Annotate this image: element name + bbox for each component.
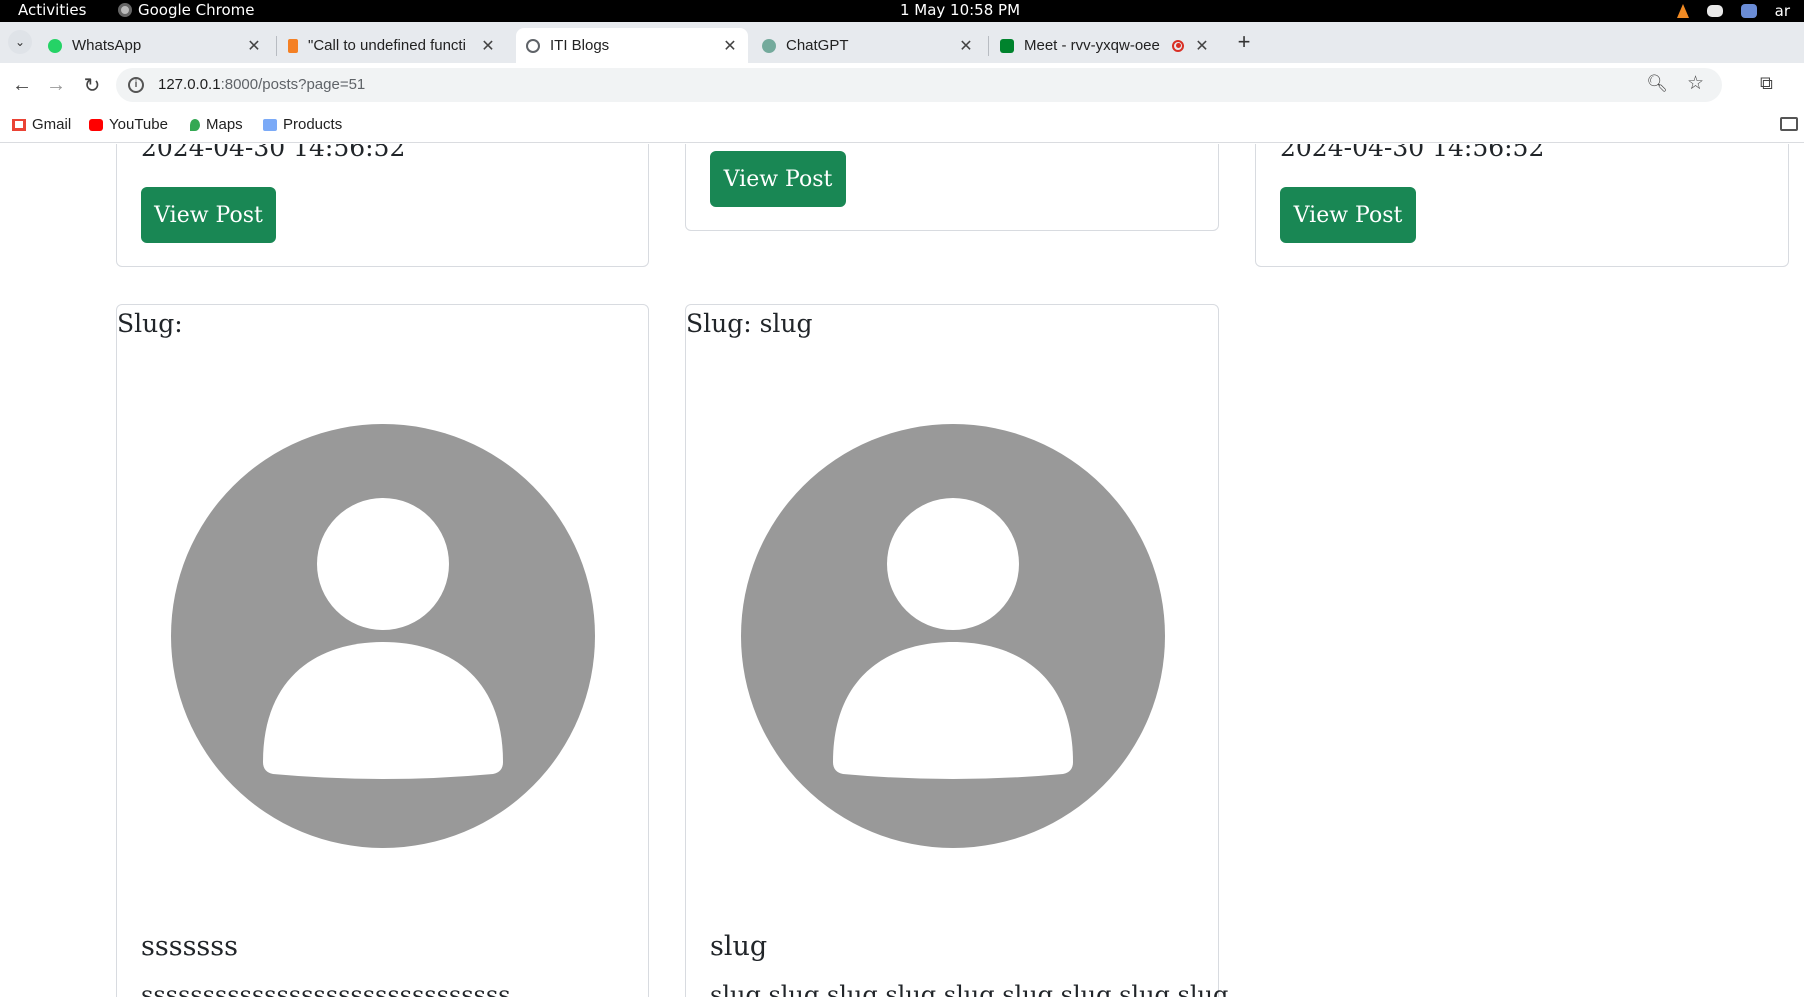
bookmark-label: Gmail: [32, 116, 72, 133]
tab-title: "Call to undefined functi: [308, 37, 466, 54]
recording-icon: [1172, 39, 1184, 52]
arrow-right-icon: →: [46, 73, 66, 96]
url-path: :8000/posts?page=51: [220, 76, 366, 93]
default-avatar-icon: [741, 424, 1165, 848]
tab-divider: [276, 36, 277, 56]
address-bar[interactable]: i 127.0.0.1:8000/posts?page=51 🔍︎ ☆: [116, 68, 1722, 102]
post-date: 2024-04-30 14:56:52: [1280, 144, 1545, 162]
zoom-icon[interactable]: 🔍︎: [1646, 74, 1668, 94]
tab-search-button[interactable]: ⌄: [8, 30, 32, 54]
post-date: 2024-04-30 14:56:52: [141, 144, 406, 162]
new-tab-button[interactable]: +: [1232, 29, 1256, 54]
tab-title: WhatsApp: [72, 37, 142, 54]
reload-button[interactable]: ↻: [78, 71, 106, 99]
bookmark-gmail[interactable]: Gmail: [12, 116, 71, 133]
tab-whatsapp[interactable]: WhatsApp ✕: [38, 28, 272, 63]
url-host: 127.0.0.1: [158, 76, 221, 93]
post-card: 2024-04-30 14:56:52 View Post: [116, 144, 649, 267]
chevron-down-icon: ⌄: [14, 35, 26, 49]
post-card: 2024-04-30 14:56:52 View Post: [1255, 144, 1789, 267]
system-top-bar: Activities Google Chrome 1 May 10:58 PM …: [0, 0, 1804, 22]
bookmark-label: Maps: [206, 116, 243, 133]
post-card: Slug: sssssss ssssssssssssssssssssssssss…: [116, 304, 649, 997]
tab-divider: [988, 36, 989, 56]
post-title: sssssss: [141, 931, 238, 962]
tab-iti-blogs[interactable]: ITI Blogs ✕: [516, 28, 748, 63]
vlc-icon[interactable]: [1676, 4, 1689, 18]
post-body: ssssssssssssssssssssssssssssss: [141, 981, 511, 997]
meet-icon: [1000, 38, 1014, 53]
maps-icon: [190, 118, 200, 131]
tab-stackoverflow[interactable]: "Call to undefined functi ✕: [278, 28, 506, 63]
browser-toolbar: ← → ↻ i 127.0.0.1:8000/posts?page=51 🔍︎ …: [0, 63, 1804, 107]
chatgpt-icon: [762, 38, 776, 53]
extensions-icon[interactable]: ⧉: [1760, 73, 1782, 95]
view-post-button[interactable]: View Post: [141, 187, 276, 243]
globe-icon: [526, 38, 540, 53]
forward-button[interactable]: →: [42, 71, 70, 99]
arrow-left-icon: ←: [12, 73, 32, 96]
close-icon[interactable]: ✕: [246, 36, 262, 56]
post-body: slug slug slug slug slug slug slug slug …: [710, 981, 1229, 997]
bookmark-youtube[interactable]: YouTube: [89, 116, 168, 133]
post-slug: Slug: slug: [686, 309, 813, 338]
page-viewport: 2024-04-30 14:56:52 View Post View Post …: [0, 144, 1804, 997]
default-avatar-icon: [171, 424, 595, 848]
bookmark-label: Products: [283, 116, 343, 133]
bookmark-label: YouTube: [109, 116, 168, 133]
view-post-button[interactable]: View Post: [1280, 187, 1416, 243]
youtube-icon: [89, 118, 103, 131]
bookmarks-bar: Gmail YouTube Maps Products: [0, 107, 1804, 143]
reload-icon: ↻: [83, 74, 101, 97]
user-menu[interactable]: ar: [1775, 2, 1790, 20]
bookmark-maps[interactable]: Maps: [190, 116, 243, 133]
notification-icon[interactable]: [1740, 4, 1757, 18]
folder-icon[interactable]: [1780, 117, 1798, 131]
discord-icon[interactable]: [1706, 5, 1723, 17]
tab-meet[interactable]: Meet - rvv-yxqw-oee ✕: [990, 28, 1220, 63]
whatsapp-icon: [48, 38, 62, 53]
post-card: View Post: [685, 144, 1219, 231]
post-card: Slug: slug slug slug slug slug slug slug…: [685, 304, 1228, 997]
bookmark-products[interactable]: Products: [263, 116, 342, 133]
back-button[interactable]: ←: [8, 71, 36, 99]
close-icon[interactable]: ✕: [958, 36, 974, 56]
close-icon[interactable]: ✕: [480, 36, 496, 56]
stackoverflow-icon: [288, 38, 298, 53]
site-info-icon[interactable]: i: [128, 77, 144, 93]
bookmark-star-icon[interactable]: ☆: [1687, 72, 1704, 95]
tab-title: ChatGPT: [786, 37, 849, 54]
tab-title: ITI Blogs: [550, 37, 610, 54]
plus-icon: +: [1237, 29, 1251, 54]
post-slug: Slug:: [117, 309, 183, 338]
view-post-button[interactable]: View Post: [710, 151, 846, 207]
close-icon[interactable]: ✕: [1194, 36, 1210, 56]
close-icon[interactable]: ✕: [722, 36, 738, 56]
gmail-icon: [12, 118, 26, 131]
system-tray[interactable]: ar: [1676, 0, 1790, 22]
tab-strip: ⌄ WhatsApp ✕ "Call to undefined functi ✕…: [0, 22, 1804, 63]
tab-chatgpt[interactable]: ChatGPT ✕: [752, 28, 984, 63]
clock[interactable]: 1 May 10:58 PM: [0, 1, 1804, 19]
url-text[interactable]: 127.0.0.1:8000/posts?page=51: [158, 76, 365, 93]
post-title: slug: [710, 931, 768, 962]
tab-title: Meet - rvv-yxqw-oee: [1024, 37, 1160, 54]
products-icon: [263, 118, 277, 131]
